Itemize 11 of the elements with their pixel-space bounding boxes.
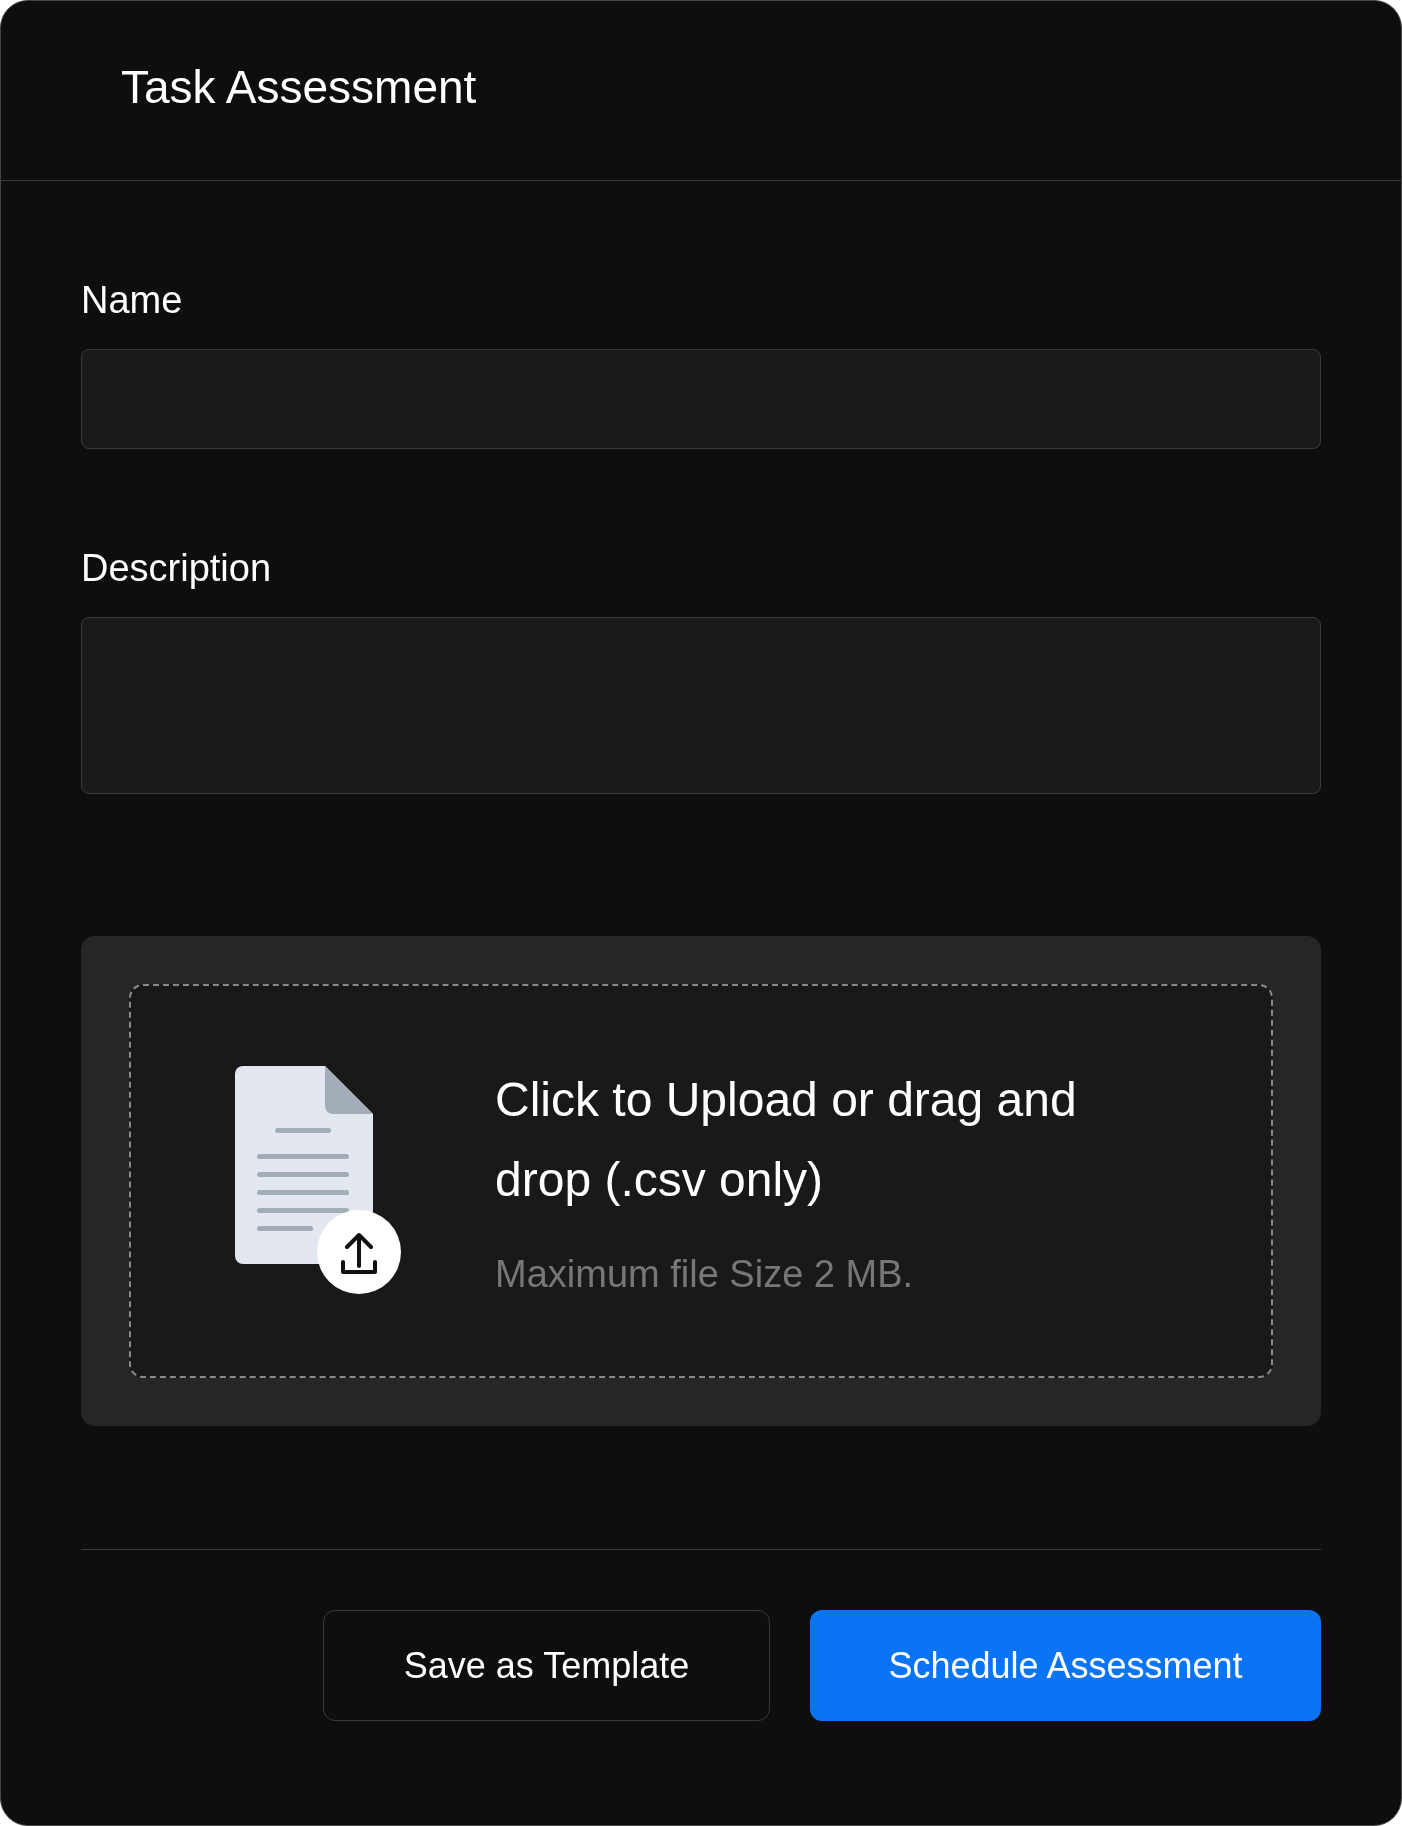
field-label: Name [81,281,184,319]
document-upload-icon [233,1066,403,1296]
name-field[interactable] [81,349,1321,449]
schedule-button[interactable]: Schedule Assessment [810,1610,1321,1721]
upload-dropzone[interactable]: Click to Upload or drag and drop (.csv only) Maximum file Size 2 MB. [129,984,1273,1378]
upload-instructions: Click to Upload or drag and drop (.csv only) [495,1071,1078,1208]
description-field[interactable] [81,617,1321,794]
field-label: Description [81,549,273,587]
upload-size-hint: Maximum file Size 2 MB. [495,1251,915,1297]
dialog-title: Task Assessment [121,60,477,115]
template-button[interactable]: Save as Template [323,1610,770,1721]
